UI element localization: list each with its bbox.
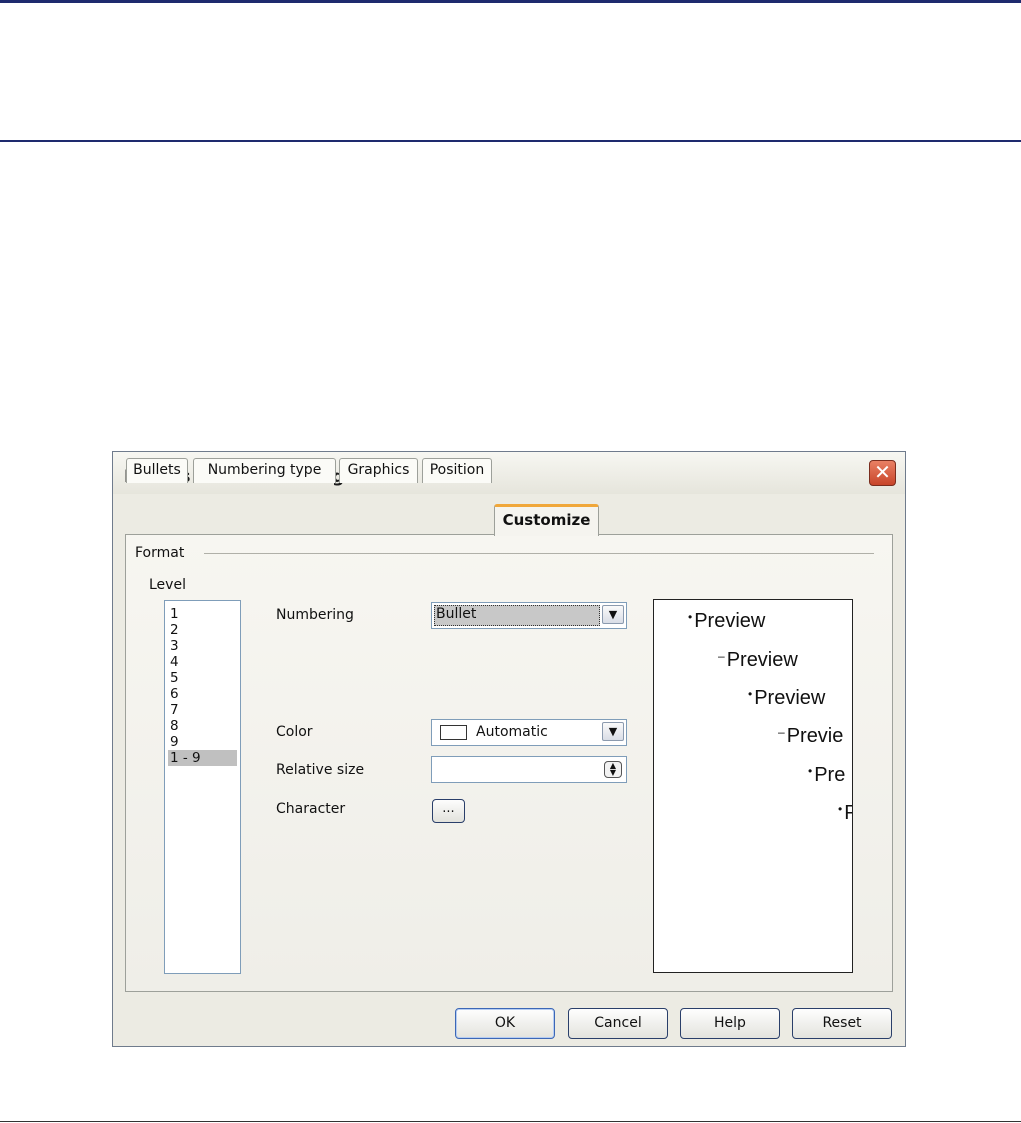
preview-bullet: – [718,649,725,663]
preview-pane: • Preview – Preview • Preview – Previe • Pre … [653,599,853,973]
relative-size-label: Relative size [276,762,365,778]
tab-numbering-type[interactable]: Numbering type [193,458,336,483]
numbering-select[interactable]: Bullet ▼ [431,602,627,629]
preview-bullet: • [688,610,693,624]
level-item[interactable]: 3 [168,638,237,654]
color-swatch [440,725,467,740]
bullets-numbering-dialog: Bullets and Numbering ✕ Bullets Numberin… [112,451,906,1047]
help-button[interactable]: Help [680,1008,780,1039]
tab-bullets[interactable]: Bullets [126,458,188,483]
numbering-select-value: Bullet [436,606,477,622]
level-item[interactable]: 4 [168,654,237,670]
tab-position[interactable]: Position [422,458,492,483]
format-group-divider [204,553,874,554]
preview-line: – Preview [718,649,798,672]
level-item[interactable]: 8 [168,718,237,734]
preview-text: Previe [786,725,844,747]
level-item[interactable]: 7 [168,702,237,718]
level-item[interactable]: 9 [168,734,237,750]
close-icon: ✕ [874,460,891,484]
level-item[interactable]: 2 [168,622,237,638]
reset-button[interactable]: Reset [792,1008,892,1039]
relative-size-spinner[interactable]: ▲ ▼ [431,756,627,783]
character-select-button[interactable]: ... [432,799,465,823]
preview-text: P [844,802,852,824]
preview-text: Pre [814,764,846,786]
header-rule-bottom [0,140,1021,142]
color-label: Color [276,724,313,740]
level-list[interactable]: 1 2 3 4 5 6 7 8 9 1 - 9 [164,600,241,974]
preview-text: Preview [754,687,826,709]
preview-line: • Preview [748,687,825,710]
preview-bullet: • [808,764,813,778]
color-select[interactable]: Automatic ▼ [431,719,627,746]
preview-text: Preview [726,649,798,671]
preview-line: – Previe [778,725,843,748]
preview-bullet: • [748,687,753,701]
preview-bullet: • [838,802,843,816]
footer-rule [0,1121,1021,1122]
spin-updown-icon[interactable]: ▲ ▼ [604,761,622,778]
preview-line: •P [838,802,852,825]
format-group-label: Format [135,545,185,561]
preview-text: Preview [694,610,766,632]
level-item-selected[interactable]: 1 - 9 [168,750,237,766]
chevron-down-icon[interactable]: ▼ [602,722,624,741]
ok-button[interactable]: OK [455,1008,555,1039]
level-item[interactable]: 5 [168,670,237,686]
level-item[interactable]: 6 [168,686,237,702]
tab-customize[interactable]: Customize [494,504,599,536]
preview-line: • Pre [808,764,845,787]
level-item[interactable]: 1 [168,606,237,622]
preview-bullet: – [778,725,785,739]
numbering-label: Numbering [276,607,354,623]
cancel-button[interactable]: Cancel [568,1008,668,1039]
header-rule-top [0,0,1021,3]
tab-graphics[interactable]: Graphics [339,458,418,483]
chevron-down-icon[interactable]: ▼ [602,605,624,624]
color-select-value: Automatic [476,724,548,740]
character-label: Character [276,801,346,817]
level-label: Level [149,577,186,593]
preview-line: • Preview [688,610,765,633]
close-button[interactable]: ✕ [869,460,896,486]
